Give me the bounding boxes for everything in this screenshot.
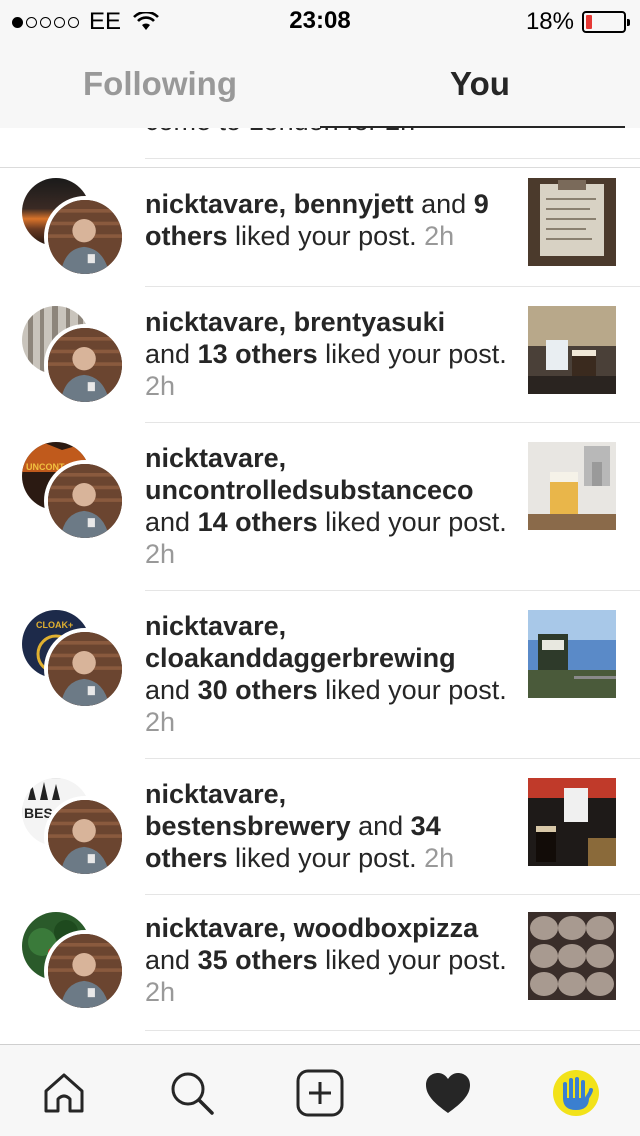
username[interactable]: cloakanddaggerbrewing [145,643,456,673]
avatar-front[interactable] [44,460,126,542]
avatar-front[interactable] [44,324,126,406]
action-text: liked your post. [325,339,507,369]
row-divider [145,894,640,895]
others-count[interactable]: 35 others [198,945,318,975]
post-thumbnail[interactable] [528,610,616,698]
username[interactable]: brentyasuki [294,307,446,337]
notification-text: nicktavare, woodboxpizza and 35 others li… [145,913,507,1007]
avatar-stack[interactable] [22,306,126,410]
battery-percent: 18% [525,8,574,35]
status-right: 18% [525,8,630,36]
timestamp: 2h [424,843,455,873]
avatar-brand-text: CLOAK+ [36,620,73,630]
search-icon[interactable] [162,1063,222,1123]
row-divider [145,158,640,159]
timestamp: 2h [145,371,176,401]
post-thumbnail[interactable] [528,178,616,266]
timestamp: 2h [424,221,455,251]
action-text: liked your post. [325,675,507,705]
timestamp: 2h [145,539,176,569]
add-post-icon[interactable] [290,1063,350,1123]
avatar-stack[interactable]: CLOAK+ [22,610,126,714]
status-bar: EE 23:08 18% [0,0,640,40]
row-divider [145,590,640,591]
row-divider [145,422,640,423]
avatar-stack[interactable]: BES [22,778,126,882]
post-thumbnail[interactable] [528,912,616,1000]
username[interactable]: bennyjett [294,189,414,219]
action-text: liked your post. [325,507,507,537]
username[interactable]: bestensbrewery [145,811,351,841]
username[interactable]: nicktavare [145,913,279,943]
home-icon[interactable] [34,1063,94,1123]
notification-text: nicktavare, bestensbrewery and 34 others … [145,779,455,873]
avatar-front[interactable] [44,196,126,278]
profile-avatar[interactable] [546,1063,606,1123]
post-thumbnail[interactable] [528,442,616,530]
partial-notification-text: come to London for 2h [145,128,415,137]
battery-level-fill [586,15,592,29]
bottom-tab-bar [0,1044,640,1136]
others-count[interactable]: 30 others [198,675,318,705]
action-text: liked your post. [235,843,417,873]
activity-feed[interactable]: come to London for 2h nicktavare, bennyj… [0,128,640,1045]
avatar-stack[interactable] [22,912,126,1016]
tab-you[interactable]: You [320,40,640,128]
avatar-stack[interactable]: UNCONT SUB [22,442,126,546]
activity-heart-icon[interactable] [418,1063,478,1123]
username[interactable]: nicktavare [145,443,279,473]
username[interactable]: nicktavare [145,611,279,641]
action-text: liked your post. [325,945,507,975]
notification-text: nicktavare, brentyasuki and 13 others lik… [145,307,507,401]
username[interactable]: nicktavare [145,307,279,337]
username[interactable]: woodboxpizza [294,913,479,943]
post-thumbnail[interactable] [528,306,616,394]
tab-following[interactable]: Following [0,40,320,128]
row-divider [145,1030,640,1031]
notification-text: nicktavare, bennyjett and 9 others liked… [145,189,489,251]
avatar-front[interactable] [44,628,126,710]
timestamp: 2h [145,977,176,1007]
row-divider [145,758,640,759]
notification-text: nicktavare, uncontrolledsubstanceco and 14… [145,443,507,569]
avatar-front[interactable] [44,930,126,1012]
username[interactable]: nicktavare [145,779,279,809]
others-count[interactable]: 13 others [198,339,318,369]
notification-text: nicktavare, cloakanddaggerbrewing and 30 o… [145,611,507,737]
timestamp: 2h [145,707,176,737]
post-thumbnail[interactable] [528,778,616,866]
avatar-stack[interactable] [22,178,126,282]
username[interactable]: uncontrolledsubstanceco [145,475,474,505]
others-count[interactable]: 14 others [198,507,318,537]
row-divider [145,286,640,287]
activity-tabs: Following You [0,40,640,168]
avatar-front[interactable] [44,796,126,878]
action-text: liked your post. [235,221,417,251]
username[interactable]: nicktavare [145,189,279,219]
battery-icon [582,11,630,33]
